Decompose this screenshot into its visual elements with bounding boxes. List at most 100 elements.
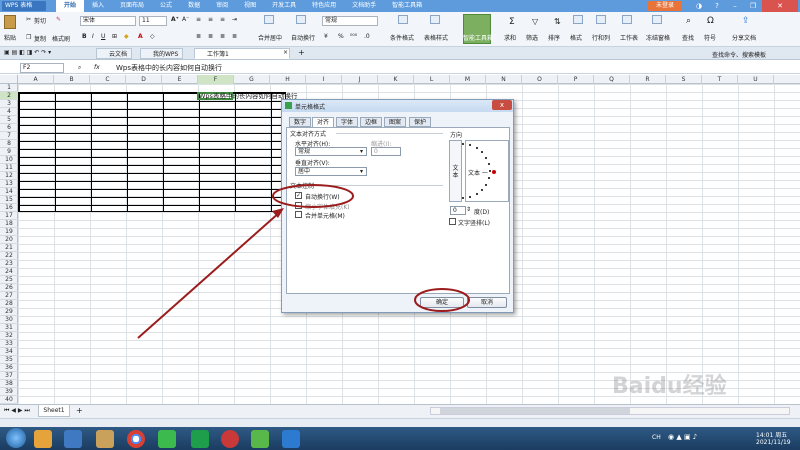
- wrap-text-icon[interactable]: [296, 15, 306, 24]
- shrink-font-icon[interactable]: A⁻: [182, 16, 189, 23]
- row-header[interactable]: 10: [0, 156, 18, 164]
- auto-wrap-button[interactable]: 自动换行: [291, 33, 315, 42]
- copy-button[interactable]: 复制: [34, 34, 46, 43]
- row-header[interactable]: 5: [0, 116, 18, 124]
- column-header[interactable]: G: [234, 75, 270, 84]
- column-header[interactable]: R: [630, 75, 666, 84]
- sheet-tab-sheet1[interactable]: Sheet1: [38, 405, 70, 417]
- decimal-icon[interactable]: .0: [364, 33, 370, 40]
- currency-icon[interactable]: ¥: [324, 33, 328, 40]
- row-header[interactable]: 39: [0, 388, 18, 396]
- brush-icon[interactable]: ✎: [56, 16, 61, 23]
- fx-icon[interactable]: fx: [94, 64, 100, 71]
- align-center-icon[interactable]: ≣: [208, 33, 213, 40]
- filter-icon[interactable]: ▽: [532, 17, 538, 26]
- scrollbar-thumb[interactable]: [440, 408, 630, 414]
- text-vertical-checkbox[interactable]: [449, 218, 456, 225]
- row-header[interactable]: 31: [0, 324, 18, 332]
- column-header[interactable]: H: [270, 75, 306, 84]
- row-header[interactable]: 12: [0, 172, 18, 180]
- taskbar-chrome-icon[interactable]: [127, 430, 145, 448]
- rows-cols-icon[interactable]: [596, 15, 606, 24]
- sum-button[interactable]: 求和: [504, 33, 516, 42]
- column-header[interactable]: M: [450, 75, 486, 84]
- cancel-button[interactable]: 取消: [467, 297, 507, 308]
- align-right-icon[interactable]: ≣: [220, 33, 225, 40]
- tray-icons[interactable]: ◉ ▲ ▣ ♪: [668, 433, 697, 441]
- row-header[interactable]: 6: [0, 124, 18, 132]
- row-header[interactable]: 28: [0, 300, 18, 308]
- menu-insert[interactable]: 插入: [84, 0, 112, 12]
- cut-button[interactable]: 剪切: [34, 16, 46, 25]
- cond-format-button[interactable]: 条件格式: [390, 33, 414, 42]
- column-header[interactable]: I: [306, 75, 342, 84]
- row-header[interactable]: 40: [0, 396, 18, 404]
- window-close-icon[interactable]: ✕: [762, 0, 798, 12]
- copy-icon[interactable]: ❐: [26, 34, 31, 41]
- vertical-text-option[interactable]: 文本: [449, 140, 462, 202]
- clock-time[interactable]: 14:01 周五: [756, 430, 787, 439]
- degree-spinner-icon[interactable]: ⇕: [466, 206, 471, 213]
- column-header[interactable]: J: [342, 75, 378, 84]
- column-header[interactable]: N: [486, 75, 522, 84]
- row-header[interactable]: 32: [0, 332, 18, 340]
- sheet-nav-icons[interactable]: ⏮ ◀ ▶ ⏭: [4, 407, 30, 415]
- row-header[interactable]: 21: [0, 244, 18, 252]
- menu-home[interactable]: 开始: [56, 0, 85, 12]
- format-button[interactable]: 格式: [570, 33, 582, 42]
- horizontal-align-select[interactable]: 常规: [295, 147, 367, 156]
- row-header[interactable]: 25: [0, 276, 18, 284]
- symbol-icon[interactable]: Ω: [707, 16, 714, 26]
- column-header[interactable]: B: [54, 75, 90, 84]
- column-header[interactable]: F: [198, 75, 234, 84]
- tab-protection[interactable]: 保护: [409, 117, 432, 127]
- column-header[interactable]: T: [702, 75, 738, 84]
- share-button[interactable]: 分享文档: [732, 33, 756, 42]
- skin-icon[interactable]: ◑: [690, 0, 708, 12]
- row-header[interactable]: 18: [0, 220, 18, 228]
- justify-icon[interactable]: ≣: [232, 33, 237, 40]
- select-all-corner[interactable]: [0, 75, 18, 84]
- taskbar-wps-writer-icon[interactable]: [282, 430, 300, 448]
- underline-icon[interactable]: U: [101, 33, 105, 40]
- dial-pointer[interactable]: [492, 170, 496, 174]
- percent-icon[interactable]: %: [338, 33, 344, 40]
- restore-icon[interactable]: ❐: [744, 0, 762, 12]
- merge-center-icon[interactable]: [264, 15, 274, 24]
- row-header[interactable]: 2: [0, 92, 18, 100]
- tab-border[interactable]: 边框: [360, 117, 383, 127]
- row-header[interactable]: 38: [0, 380, 18, 388]
- row-header[interactable]: 26: [0, 284, 18, 292]
- degree-input[interactable]: 0: [450, 206, 466, 215]
- align-top-icon[interactable]: ≡: [196, 16, 201, 23]
- row-header[interactable]: 8: [0, 140, 18, 148]
- menu-doc-assistant[interactable]: 文档助手: [344, 0, 384, 12]
- dialog-close-button[interactable]: x: [492, 100, 512, 110]
- vertical-align-select[interactable]: 居中: [295, 167, 367, 176]
- row-header[interactable]: 3: [0, 100, 18, 108]
- row-header[interactable]: 23: [0, 260, 18, 268]
- taskbar-browser-icon[interactable]: [251, 430, 269, 448]
- cond-format-icon[interactable]: [398, 15, 408, 24]
- taskbar-wps-sheet-icon[interactable]: [191, 430, 209, 448]
- row-header[interactable]: 4: [0, 108, 18, 116]
- row-header[interactable]: 37: [0, 372, 18, 380]
- find-icon[interactable]: ⌕: [686, 16, 691, 26]
- tab-cloud-docs[interactable]: 云文档: [96, 48, 133, 59]
- help-icon[interactable]: ?: [708, 0, 726, 12]
- number-format-select[interactable]: 常规: [322, 16, 378, 26]
- bold-icon[interactable]: B: [82, 33, 87, 40]
- border-icon[interactable]: ⊞: [112, 33, 117, 40]
- column-header[interactable]: D: [126, 75, 162, 84]
- share-icon[interactable]: ⇪: [742, 16, 750, 26]
- start-button[interactable]: [6, 428, 26, 448]
- app-logo[interactable]: WPS 表格: [2, 1, 46, 11]
- indent-icon[interactable]: ⇥: [232, 16, 237, 23]
- clear-icon[interactable]: ◇: [150, 33, 155, 40]
- merge-center-button[interactable]: 合并居中: [258, 33, 282, 42]
- clock-date[interactable]: 2021/11/19: [756, 439, 791, 446]
- row-header[interactable]: 34: [0, 348, 18, 356]
- tab-font[interactable]: 字体: [336, 117, 359, 127]
- taskbar-app-icon[interactable]: [221, 430, 239, 448]
- row-header[interactable]: 9: [0, 148, 18, 156]
